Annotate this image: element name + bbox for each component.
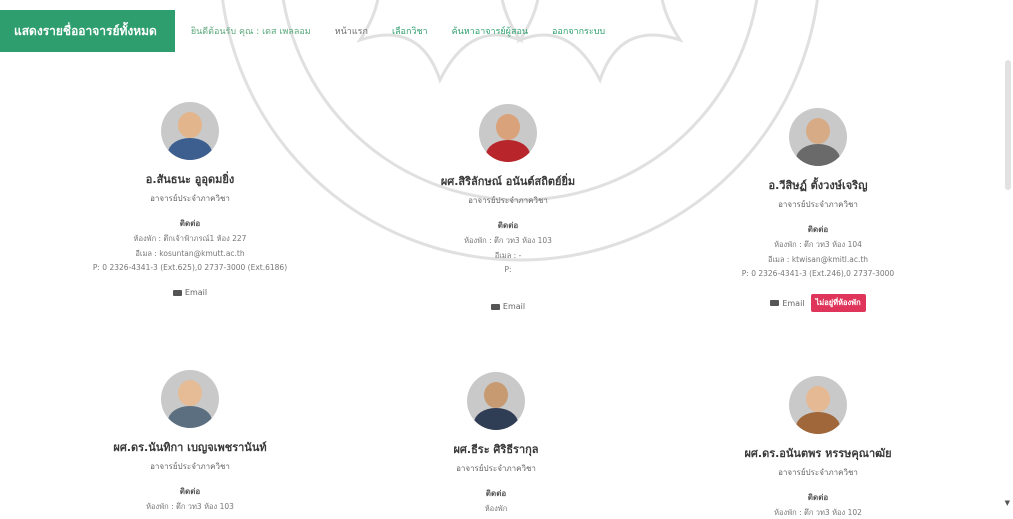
contact-heading: ติดต่อ (179, 487, 201, 496)
top-navbar: แสดงรายชื่ออาจารย์ทั้งหมด ยินดีต้อนรับ ค… (0, 0, 1013, 58)
scrollbar[interactable] (1005, 60, 1011, 190)
avatar-shirt (796, 144, 840, 166)
avatar-shirt (474, 408, 518, 430)
avatar-shirt (168, 138, 212, 160)
teacher-card: ผศ.ดร.นันทิกา เบญจเพชรานันท์ อาจารย์ประจ… (60, 370, 320, 513)
teacher-card: อ.วีสิษฏ์ ตั้งวงษ์เจริญ อาจารย์ประจำภาคว… (688, 108, 948, 312)
avatar (479, 104, 537, 162)
teacher-email: อีเมล : - (494, 251, 522, 260)
teacher-name: ผศ.ธีระ ศิริธีรากุล (453, 443, 539, 456)
teacher-position: อาจารย์ประจำภาควิชา (150, 462, 230, 471)
contact-heading: ติดต่อ (807, 225, 829, 234)
avatar (789, 376, 847, 434)
avatar-shirt (486, 140, 530, 162)
contact-heading: ติดต่อ (179, 219, 201, 228)
teacher-position: อาจารย์ประจำภาควิชา (150, 194, 230, 203)
teacher-card: ผศ.ธีระ ศิริธีรากุล อาจารย์ประจำภาควิชา … (366, 372, 626, 515)
brand-title[interactable]: แสดงรายชื่ออาจารย์ทั้งหมด (0, 10, 175, 52)
envelope-icon (172, 289, 182, 296)
contact-heading: ติดต่อ (485, 489, 507, 498)
teacher-name: ผศ.ดร.นันทิกา เบญจเพชรานันท์ (113, 441, 267, 454)
teacher-room: ห้องพัก : ตึก วท3 ห้อง 104 (774, 240, 862, 249)
teacher-email: อีเมล : kosuntan@kmutt.ac.th (135, 249, 245, 258)
avatar (789, 108, 847, 166)
avatar (467, 372, 525, 430)
avatar (161, 102, 219, 160)
teacher-card: อ.สันธนะ อูอุดมยิ่ง อาจารย์ประจำภาควิชา … (60, 102, 320, 297)
teacher-room: ห้องพัก : ตึก วท3 ห้อง 103 (146, 502, 234, 511)
nav-menu: ยินดีต้อนรับ คุณ : เดส เพลลอม หน้าแรก เล… (191, 24, 605, 38)
nav-home[interactable]: หน้าแรก (335, 24, 368, 38)
avatar (161, 370, 219, 428)
teacher-position: อาจารย์ประจำภาควิชา (778, 200, 858, 209)
teacher-name: ผศ.สิริลักษณ์ อนันต์สถิตย์ยิ่ม (440, 175, 576, 188)
nav-select-subject[interactable]: เลือกวิชา (392, 24, 428, 38)
teacher-name: ผศ.ดร.อนันตพร หรรษคุณาฒัย (744, 447, 892, 460)
email-button[interactable]: Email (172, 288, 207, 297)
teacher-phone: P: 0 2326-4341-3 (Ext.246),0 2737-3000 (741, 269, 895, 278)
teacher-phone: P: (504, 265, 512, 274)
teacher-name: อ.วีสิษฏ์ ตั้งวงษ์เจริญ (768, 179, 868, 192)
nav-search-teacher[interactable]: ค้นหาอาจารย์ผู้สอน (452, 24, 528, 38)
teacher-position: อาจารย์ประจำภาควิชา (456, 464, 536, 473)
teacher-name: อ.สันธนะ อูอุดมยิ่ง (145, 173, 235, 186)
envelope-icon (770, 300, 780, 306)
teacher-position: อาจารย์ประจำภาควิชา (778, 468, 858, 477)
scroll-down-icon[interactable]: ▼ (1005, 499, 1010, 507)
teacher-card: ผศ.ดร.อนันตพร หรรษคุณาฒัย อาจารย์ประจำภา… (688, 376, 948, 519)
teacher-room: ห้องพัก : ตึกเจ้าฟ้าภรณ์1 ห้อง 227 (133, 234, 247, 243)
teacher-phone: P: 0 2326-4341-3 (Ext.625),0 2737-3000 (… (92, 263, 288, 272)
envelope-icon (490, 303, 500, 310)
teacher-position: อาจารย์ประจำภาควิชา (468, 196, 548, 205)
avatar-shirt (796, 412, 840, 434)
avatar-shirt (168, 406, 212, 428)
teacher-room: ห้องพัก : ตึก วท3 ห้อง 103 (464, 236, 552, 245)
teacher-room: ห้องพัก (484, 504, 508, 513)
contact-heading: ติดต่อ (497, 221, 519, 230)
nav-logout[interactable]: ออกจากระบบ (552, 24, 605, 38)
teacher-email: อีเมล : ktwisan@kmitl.ac.th (767, 255, 869, 264)
teacher-card: ผศ.สิริลักษณ์ อนันต์สถิตย์ยิ่ม อาจารย์ปร… (378, 104, 638, 311)
contact-heading: ติดต่อ (807, 493, 829, 502)
email-button[interactable]: Email (770, 299, 805, 308)
status-badge: ไม่อยู่ที่ห้องพัก (810, 294, 866, 312)
teacher-room: ห้องพัก : ตึก วท3 ห้อง 102 (774, 508, 862, 517)
welcome-text: ยินดีต้อนรับ คุณ : เดส เพลลอม (190, 27, 311, 37)
email-button[interactable]: Email (490, 302, 525, 311)
